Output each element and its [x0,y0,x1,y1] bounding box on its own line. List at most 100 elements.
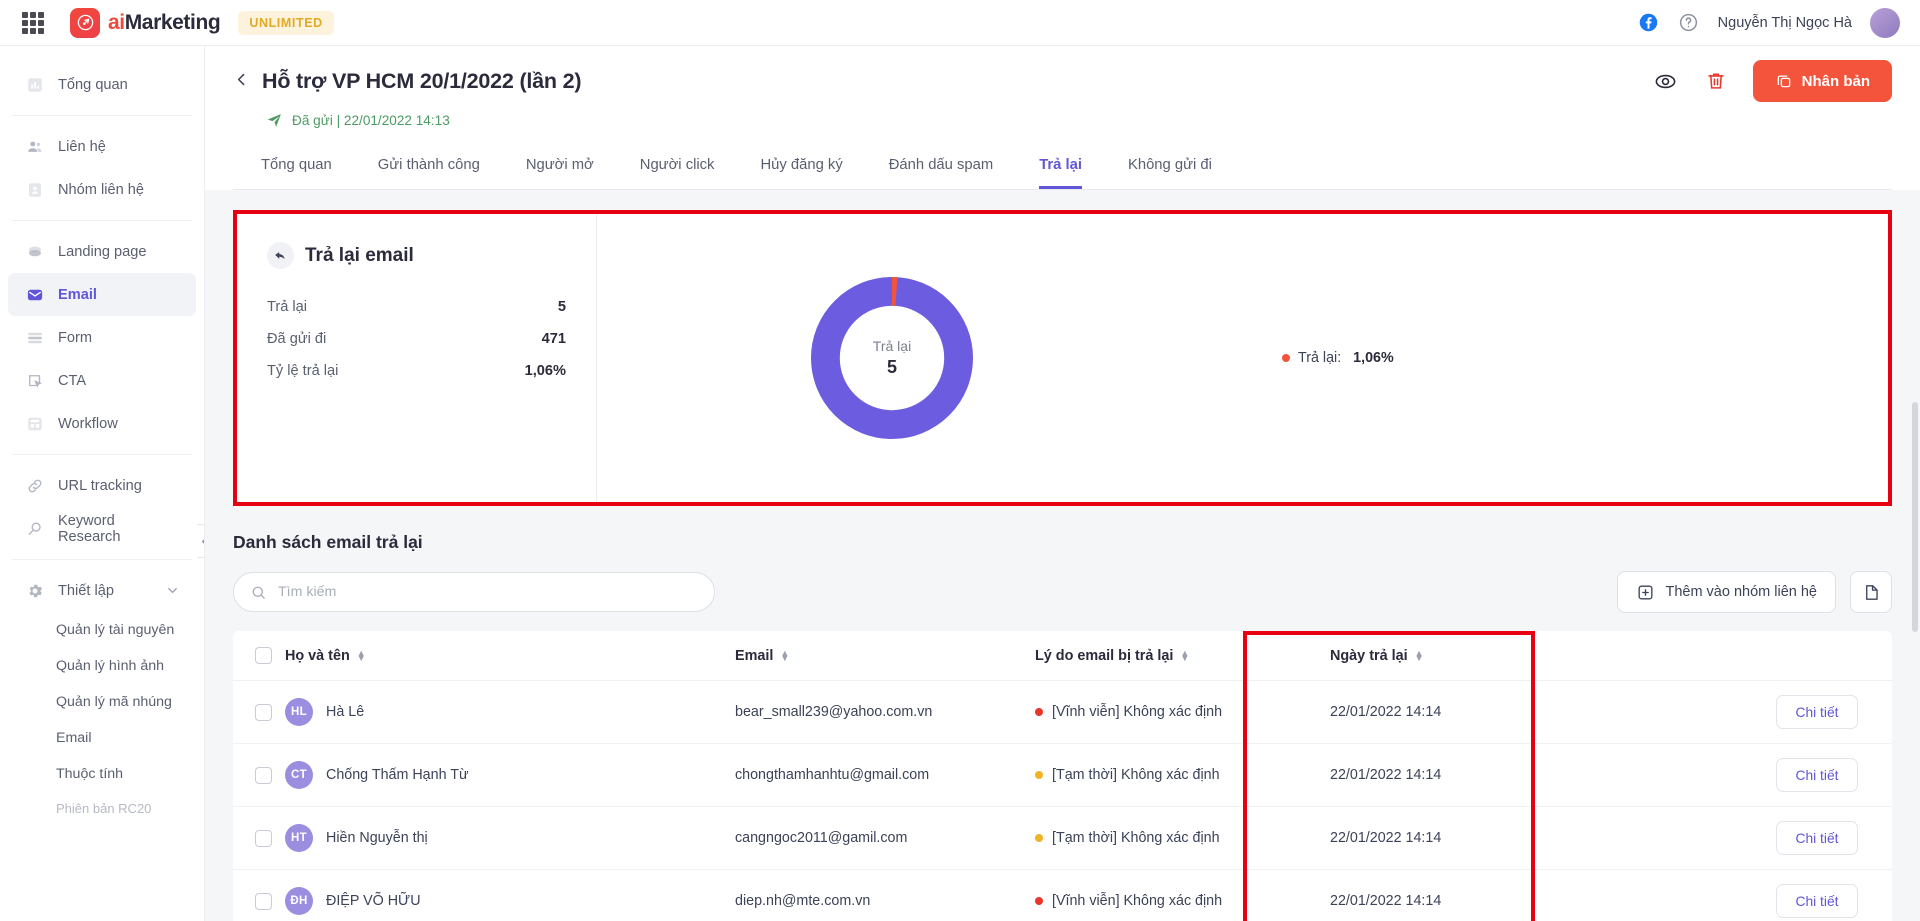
select-all-checkbox[interactable] [255,647,272,664]
sidebar-item-nhom-lien-he[interactable]: Nhóm liên hệ [8,168,196,211]
column-header-date[interactable]: Ngày trả lại ▲ ▼ [1330,631,1660,681]
sidebar-item-email[interactable]: Email [8,273,196,316]
row-reason-cell: [Vĩnh viễn] Không xác định [1035,680,1330,744]
search-keyword-icon [24,518,45,539]
sidebar-item-keyword-research[interactable]: Keyword Research [8,507,196,550]
sort-icon[interactable]: ▲ ▼ [780,648,789,662]
bounce-reason: [Vĩnh viễn] Không xác định [1052,893,1223,909]
top-bar: aiMarketing UNLIMITED Nguyễn Thị Ngọc Hà [0,0,1920,46]
bounce-reason: [Tạm thời] Không xác định [1052,830,1220,846]
tab-huy-dang-ky[interactable]: Hủy đăng ký [760,145,842,189]
tab-tra-lai[interactable]: Trả lại [1039,145,1082,189]
stat-row: Trả lại 5 [267,291,566,323]
sort-icon[interactable]: ▲ ▼ [357,648,366,662]
help-circle-icon[interactable] [1678,12,1700,34]
eye-icon[interactable] [1653,68,1679,94]
scrollbar-thumb[interactable] [1912,402,1918,632]
export-file-icon[interactable] [1850,571,1892,613]
form-rows-icon [24,327,45,348]
sidebar-subitem-thuoc-tinh[interactable]: Thuộc tính [0,756,204,792]
tab-nguoi-click[interactable]: Người click [640,145,715,189]
search-input[interactable] [278,584,698,600]
sidebar-item-workflow[interactable]: Workflow [8,402,196,445]
detail-button[interactable]: Chi tiết [1776,695,1858,729]
row-action-cell: Chi tiết [1660,743,1892,807]
contact-name: Hiền Nguyễn thị [326,830,428,846]
row-checkbox[interactable] [255,703,272,721]
legend-label: Trả lại: [1298,350,1342,366]
table-row[interactable]: ĐH ĐIỆP VÕ HỮU diep.nh@mte.com.vn [Vĩnh viễ… [233,869,1892,921]
detail-button[interactable]: Chi tiết [1776,821,1858,855]
row-email-cell: diep.nh@mte.com.vn [735,869,1035,921]
sidebar-item-landing-page[interactable]: Landing page [8,230,196,273]
list-title: Danh sách email trả lại [233,532,423,552]
sidebar-item-label: Workflow [58,415,118,432]
list-toolbar: Thêm vào nhóm liên hệ [233,571,1892,613]
avatar: HL [285,698,313,726]
row-checkbox[interactable] [255,829,272,847]
row-action-cell: Chi tiết [1660,680,1892,744]
facebook-icon[interactable] [1638,12,1660,34]
search-box[interactable] [233,572,715,612]
sort-icon[interactable]: ▲ ▼ [1415,648,1424,662]
avatar: ĐH [285,887,313,915]
brand-logo-group[interactable]: aiMarketing [70,7,221,38]
duplicate-label: Nhân bản [1801,72,1870,90]
sidebar-item-form[interactable]: Form [8,316,196,359]
tab-gui-thanh-cong[interactable]: Gửi thành công [378,145,480,189]
sidebar-item-tong-quan[interactable]: Tổng quan [8,63,196,106]
row-select-cell [233,869,285,921]
copy-icon [1775,72,1793,90]
sidebar-item-url-tracking[interactable]: URL tracking [8,464,196,507]
table-row[interactable]: HL Hà Lê bear_small239@yahoo.com.vn [Vĩnh v… [233,680,1892,744]
row-date-cell: 22/01/2022 14:14 [1330,743,1660,807]
row-checkbox[interactable] [255,892,272,910]
duplicate-button[interactable]: Nhân bản [1752,60,1892,102]
sidebar-collapse-toggle[interactable] [197,524,204,558]
sidebar-subitem-quan-ly-hinh-anh[interactable]: Quản lý hình ảnh [0,648,204,684]
row-date-cell: 22/01/2022 14:14 [1330,806,1660,870]
column-header-email[interactable]: Email ▲ ▼ [735,631,1035,681]
column-header-reason[interactable]: Lý do email bị trả lại ▲ ▼ [1035,631,1330,681]
column-label: Họ và tên [285,647,350,664]
row-checkbox[interactable] [255,766,272,784]
plan-badge: UNLIMITED [238,10,334,35]
sidebar-group-3: Landing page Email Form CTA Workflow [0,221,204,454]
column-header-actions [1660,631,1892,681]
column-header-name[interactable]: Họ và tên ▲ ▼ [285,631,735,681]
sidebar-item-lien-he[interactable]: Liên hệ [8,125,196,168]
row-email-cell: chongthamhanhtu@gmail.com [735,743,1035,807]
sidebar-item-thiet-lap[interactable]: Thiết lập [8,569,196,612]
column-label: Email [735,647,774,664]
bounce-reason: [Tạm thời] Không xác định [1052,767,1220,783]
sidebar-subitem-quan-ly-tai-nguyen[interactable]: Quản lý tài nguyên [0,612,204,648]
aimarketing-logo-icon [70,7,100,38]
sidebar-subitem-quan-ly-ma-nhung[interactable]: Quản lý mã nhúng [0,684,204,720]
add-to-contact-group-button[interactable]: Thêm vào nhóm liên hệ [1617,571,1836,613]
content-scroll-area: Trả lại email Trả lại 5 Đã gửi đi 471 Tỷ… [205,190,1920,921]
table-row[interactable]: CT Chống Thấm Hạnh Từ chongthamhanhtu@gmai… [233,743,1892,807]
avatar[interactable] [1870,7,1900,38]
tab-danh-dau-spam[interactable]: Đánh dấu spam [889,145,993,189]
contact-name: ĐIỆP VÕ HỮU [326,893,421,909]
apps-grid-icon[interactable] [22,11,44,34]
detail-button[interactable]: Chi tiết [1776,758,1858,792]
sidebar-item-cta[interactable]: CTA [8,359,196,402]
tab-khong-gui-di[interactable]: Không gửi đi [1128,145,1212,189]
tab-tong-quan[interactable]: Tổng quan [261,145,332,189]
table-row[interactable]: HT Hiền Nguyễn thị cangngoc2011@gamil.com [… [233,806,1892,870]
detail-button[interactable]: Chi tiết [1776,884,1858,918]
stat-card-title: Trả lại email [305,244,414,266]
row-reason-cell: [Vĩnh viễn] Không xác định [1035,869,1330,921]
trash-icon[interactable] [1703,68,1729,94]
tab-nguoi-mo[interactable]: Người mở [526,145,594,189]
stat-row: Tỷ lệ trả lại 1,06% [267,355,566,387]
donut-center-label-group: Trả lại 5 [802,268,982,448]
row-date-cell: 22/01/2022 14:14 [1330,869,1660,921]
sidebar-subitem-email[interactable]: Email [0,720,204,756]
back-button[interactable] [233,71,250,92]
stat-row: Đã gửi đi 471 [267,323,566,355]
page-title: Hỗ trợ VP HCM 20/1/2022 (lần 2) [262,68,582,93]
gear-icon [24,580,45,601]
sort-icon[interactable]: ▲ ▼ [1180,648,1189,662]
